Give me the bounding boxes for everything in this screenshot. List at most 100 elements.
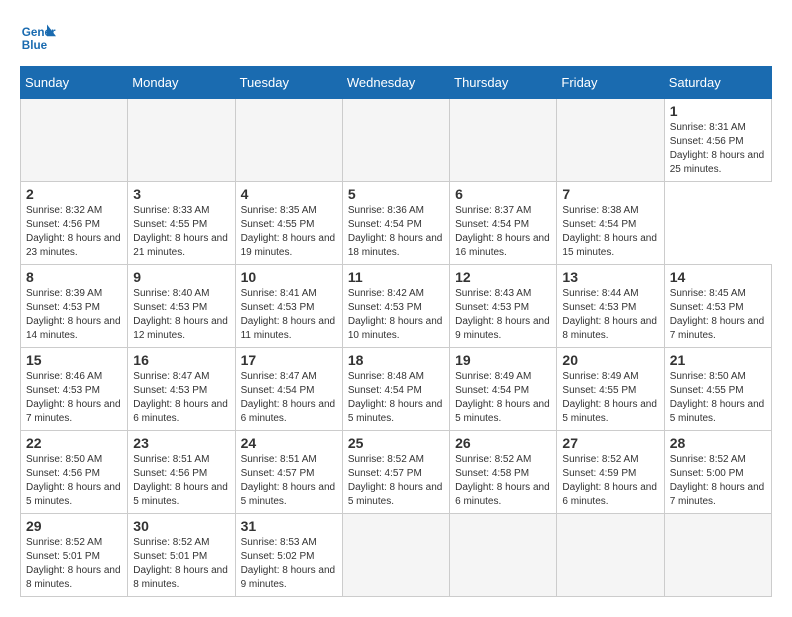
day-number: 10 [241,269,337,285]
day-info: Sunrise: 8:35 AMSunset: 4:55 PMDaylight:… [241,205,336,258]
calendar-header-row: SundayMondayTuesdayWednesdayThursdayFrid… [21,67,772,99]
day-info: Sunrise: 8:52 AMSunset: 4:57 PMDaylight:… [348,454,443,507]
calendar-cell: 21 Sunrise: 8:50 AMSunset: 4:55 PMDaylig… [664,348,771,431]
col-header-wednesday: Wednesday [342,67,449,99]
calendar-cell: 30 Sunrise: 8:52 AMSunset: 5:01 PMDaylig… [128,514,235,597]
day-number: 18 [348,352,444,368]
calendar-cell: 17 Sunrise: 8:47 AMSunset: 4:54 PMDaylig… [235,348,342,431]
day-number: 24 [241,435,337,451]
day-info: Sunrise: 8:33 AMSunset: 4:55 PMDaylight:… [133,205,228,258]
col-header-saturday: Saturday [664,67,771,99]
day-info: Sunrise: 8:49 AMSunset: 4:54 PMDaylight:… [455,371,550,424]
calendar-cell: 6 Sunrise: 8:37 AMSunset: 4:54 PMDayligh… [450,182,557,265]
day-number: 6 [455,186,551,202]
page-header: General Blue [20,20,772,56]
calendar-cell: 28 Sunrise: 8:52 AMSunset: 5:00 PMDaylig… [664,431,771,514]
day-number: 30 [133,518,229,534]
day-number: 27 [562,435,658,451]
day-number: 1 [670,103,766,119]
day-info: Sunrise: 8:38 AMSunset: 4:54 PMDaylight:… [562,205,657,258]
calendar-cell: 2 Sunrise: 8:32 AMSunset: 4:56 PMDayligh… [21,182,128,265]
calendar-cell: 27 Sunrise: 8:52 AMSunset: 4:59 PMDaylig… [557,431,664,514]
day-info: Sunrise: 8:36 AMSunset: 4:54 PMDaylight:… [348,205,443,258]
day-info: Sunrise: 8:31 AMSunset: 4:56 PMDaylight:… [670,122,765,175]
day-info: Sunrise: 8:46 AMSunset: 4:53 PMDaylight:… [26,371,121,424]
day-number: 25 [348,435,444,451]
day-number: 4 [241,186,337,202]
day-number: 29 [26,518,122,534]
calendar-cell [450,514,557,597]
day-info: Sunrise: 8:41 AMSunset: 4:53 PMDaylight:… [241,288,336,341]
day-info: Sunrise: 8:52 AMSunset: 5:00 PMDaylight:… [670,454,765,507]
calendar-cell: 1 Sunrise: 8:31 AMSunset: 4:56 PMDayligh… [664,99,771,182]
calendar-cell: 16 Sunrise: 8:47 AMSunset: 4:53 PMDaylig… [128,348,235,431]
day-info: Sunrise: 8:39 AMSunset: 4:53 PMDaylight:… [26,288,121,341]
calendar-cell: 19 Sunrise: 8:49 AMSunset: 4:54 PMDaylig… [450,348,557,431]
day-number: 11 [348,269,444,285]
calendar-week-row: 8 Sunrise: 8:39 AMSunset: 4:53 PMDayligh… [21,265,772,348]
calendar-cell [21,99,128,182]
calendar-table: SundayMondayTuesdayWednesdayThursdayFrid… [20,66,772,597]
day-number: 5 [348,186,444,202]
calendar-cell: 18 Sunrise: 8:48 AMSunset: 4:54 PMDaylig… [342,348,449,431]
day-number: 31 [241,518,337,534]
col-header-friday: Friday [557,67,664,99]
svg-text:Blue: Blue [22,39,48,52]
col-header-sunday: Sunday [21,67,128,99]
calendar-cell: 9 Sunrise: 8:40 AMSunset: 4:53 PMDayligh… [128,265,235,348]
calendar-cell: 8 Sunrise: 8:39 AMSunset: 4:53 PMDayligh… [21,265,128,348]
calendar-cell [557,99,664,182]
calendar-cell: 23 Sunrise: 8:51 AMSunset: 4:56 PMDaylig… [128,431,235,514]
day-number: 28 [670,435,766,451]
logo-icon: General Blue [20,20,56,56]
calendar-cell: 11 Sunrise: 8:42 AMSunset: 4:53 PMDaylig… [342,265,449,348]
calendar-cell [342,99,449,182]
calendar-cell: 20 Sunrise: 8:49 AMSunset: 4:55 PMDaylig… [557,348,664,431]
day-info: Sunrise: 8:42 AMSunset: 4:53 PMDaylight:… [348,288,443,341]
day-info: Sunrise: 8:52 AMSunset: 4:59 PMDaylight:… [562,454,657,507]
calendar-week-row: 29 Sunrise: 8:52 AMSunset: 5:01 PMDaylig… [21,514,772,597]
day-number: 9 [133,269,229,285]
day-info: Sunrise: 8:45 AMSunset: 4:53 PMDaylight:… [670,288,765,341]
day-number: 20 [562,352,658,368]
day-number: 7 [562,186,658,202]
day-number: 8 [26,269,122,285]
day-number: 17 [241,352,337,368]
calendar-cell [450,99,557,182]
calendar-cell: 5 Sunrise: 8:36 AMSunset: 4:54 PMDayligh… [342,182,449,265]
day-info: Sunrise: 8:52 AMSunset: 5:01 PMDaylight:… [133,537,228,590]
day-info: Sunrise: 8:37 AMSunset: 4:54 PMDaylight:… [455,205,550,258]
calendar-cell: 29 Sunrise: 8:52 AMSunset: 5:01 PMDaylig… [21,514,128,597]
day-number: 16 [133,352,229,368]
calendar-cell: 3 Sunrise: 8:33 AMSunset: 4:55 PMDayligh… [128,182,235,265]
day-number: 23 [133,435,229,451]
calendar-cell: 31 Sunrise: 8:53 AMSunset: 5:02 PMDaylig… [235,514,342,597]
logo: General Blue [20,20,62,56]
col-header-thursday: Thursday [450,67,557,99]
day-number: 19 [455,352,551,368]
day-number: 21 [670,352,766,368]
calendar-cell [128,99,235,182]
day-number: 15 [26,352,122,368]
col-header-monday: Monday [128,67,235,99]
calendar-cell: 24 Sunrise: 8:51 AMSunset: 4:57 PMDaylig… [235,431,342,514]
calendar-cell: 7 Sunrise: 8:38 AMSunset: 4:54 PMDayligh… [557,182,664,265]
calendar-cell: 26 Sunrise: 8:52 AMSunset: 4:58 PMDaylig… [450,431,557,514]
day-info: Sunrise: 8:32 AMSunset: 4:56 PMDaylight:… [26,205,121,258]
day-info: Sunrise: 8:50 AMSunset: 4:56 PMDaylight:… [26,454,121,507]
day-info: Sunrise: 8:49 AMSunset: 4:55 PMDaylight:… [562,371,657,424]
day-number: 3 [133,186,229,202]
day-info: Sunrise: 8:43 AMSunset: 4:53 PMDaylight:… [455,288,550,341]
day-number: 14 [670,269,766,285]
day-info: Sunrise: 8:50 AMSunset: 4:55 PMDaylight:… [670,371,765,424]
calendar-cell: 14 Sunrise: 8:45 AMSunset: 4:53 PMDaylig… [664,265,771,348]
calendar-cell [557,514,664,597]
calendar-week-row: 15 Sunrise: 8:46 AMSunset: 4:53 PMDaylig… [21,348,772,431]
calendar-week-row: 22 Sunrise: 8:50 AMSunset: 4:56 PMDaylig… [21,431,772,514]
day-info: Sunrise: 8:47 AMSunset: 4:54 PMDaylight:… [241,371,336,424]
calendar-cell: 12 Sunrise: 8:43 AMSunset: 4:53 PMDaylig… [450,265,557,348]
day-number: 2 [26,186,122,202]
day-info: Sunrise: 8:48 AMSunset: 4:54 PMDaylight:… [348,371,443,424]
calendar-cell: 25 Sunrise: 8:52 AMSunset: 4:57 PMDaylig… [342,431,449,514]
day-info: Sunrise: 8:53 AMSunset: 5:02 PMDaylight:… [241,537,336,590]
